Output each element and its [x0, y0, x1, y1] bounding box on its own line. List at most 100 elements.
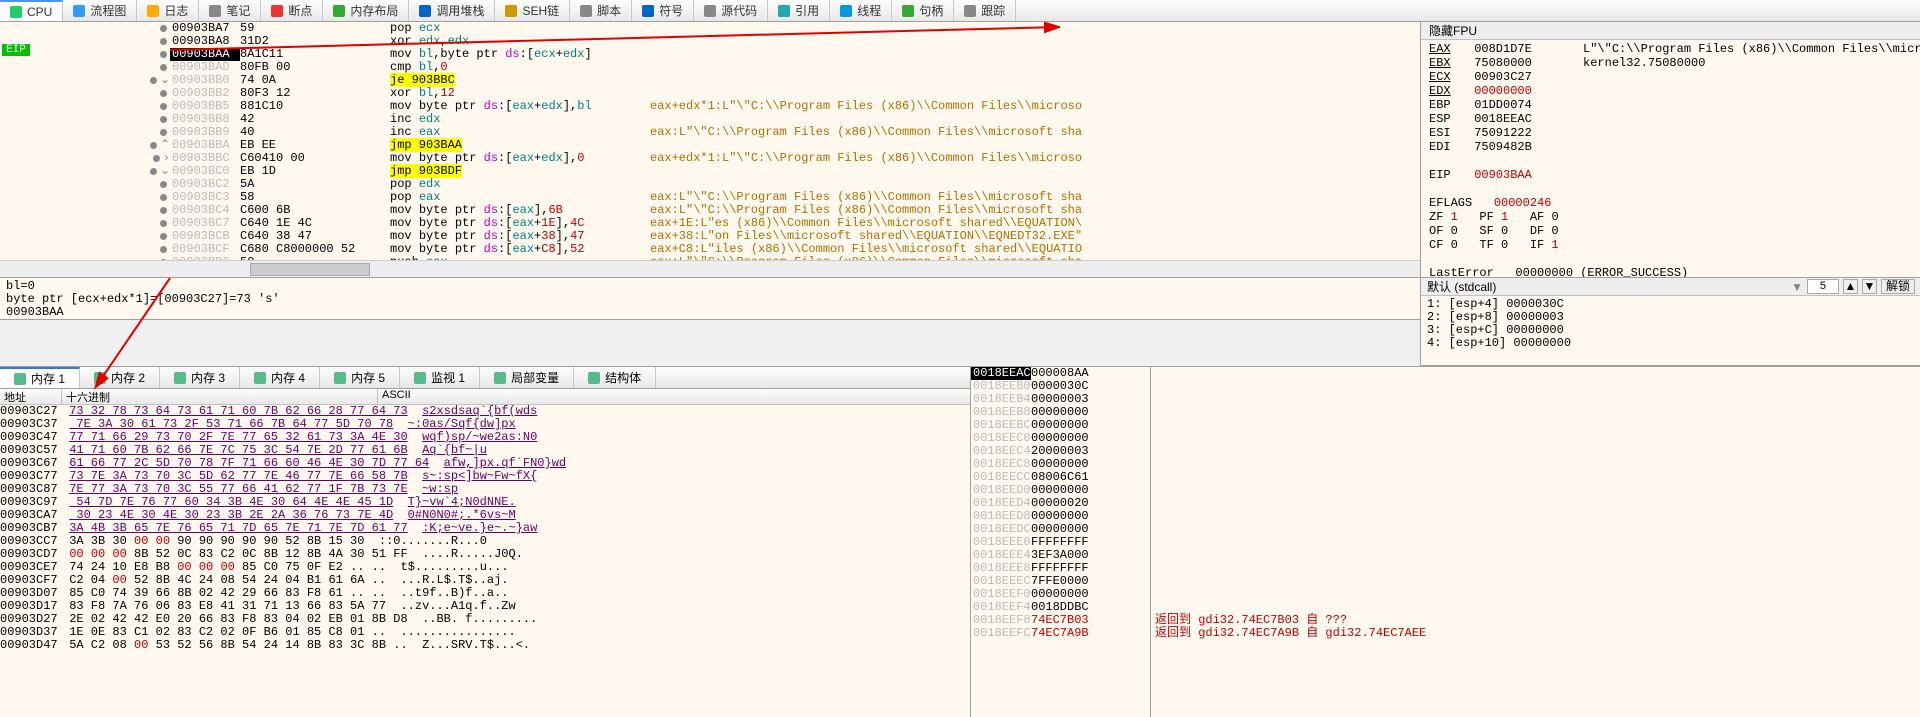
breakpoint-dot[interactable] [160, 246, 167, 253]
tab-callstack[interactable]: 调用堆栈 [409, 0, 495, 21]
dump-body[interactable]: 00903C27 73 32 78 73 64 73 61 71 60 7B 6… [0, 405, 970, 717]
call-comment [1155, 380, 1920, 393]
call-comment [1155, 458, 1920, 471]
comment: eax+C8:L"iles (x86)\\Common Files\\micro… [650, 243, 1420, 256]
comment: eax+1E:L"es (x86)\\Common Files\\microso… [650, 217, 1420, 230]
breakpoint-dot[interactable] [160, 194, 167, 201]
breakpoint-dot[interactable] [160, 38, 167, 45]
tab-threads[interactable]: 线程 [830, 0, 892, 21]
dumptab-m4[interactable]: 内存 4 [240, 367, 320, 388]
breakpoint-dot[interactable] [160, 103, 167, 110]
stack-row[interactable]: 0018EEFC74EC7A9B [971, 627, 1150, 640]
comment: eax+38:L"on Files\\microsoft shared\\EQU… [650, 230, 1420, 243]
tab-trace[interactable]: 跟踪 [954, 0, 1016, 21]
argcount-down[interactable]: ▼ [1862, 279, 1877, 294]
stack-panel[interactable]: 0018EEAC000008AA0018EEB00000030C0018EEB4… [970, 367, 1150, 717]
tab-cpu[interactable]: CPU [0, 0, 63, 21]
tab-notes[interactable]: 笔记 [199, 0, 261, 21]
dump-row[interactable]: 00903D47 5A C2 08 00 53 52 56 8B 54 24 1… [0, 639, 970, 652]
comment [650, 165, 1420, 178]
dump-tabs: 内存 1内存 2内存 3内存 4内存 5监视 1局部变量结构体 [0, 367, 970, 389]
call-comment [1155, 497, 1920, 510]
expression-bar[interactable]: bl=0byte ptr [ecx+edx*1]=[00903C27]=73 '… [0, 278, 1420, 320]
col-hex[interactable]: 十六进制 [62, 389, 378, 404]
dumptab-st[interactable]: 结构体 [574, 367, 656, 388]
tab-label: 调用堆栈 [436, 2, 484, 19]
callconv-label[interactable]: 默认 (stdcall) [1427, 278, 1496, 295]
tab-memmap[interactable]: 内存布局 [323, 0, 409, 21]
tab-bp[interactable]: 断点 [261, 0, 323, 21]
argcount-up[interactable]: ▲ [1843, 279, 1858, 294]
disassembly-panel[interactable]: EIP 00903BA7 59pop ecx00903BA8 31D2xor e… [0, 22, 1420, 277]
comment [650, 61, 1420, 74]
main-toolbar: CPU 流程图日志笔记断点内存布局 调用堆栈 SEH链 脚本符号 源代码 引用线程句柄 跟踪 [0, 0, 1920, 22]
call-comment [1155, 406, 1920, 419]
lock-button[interactable]: 解锁 [1881, 279, 1915, 294]
script-icon [580, 5, 592, 17]
comment [650, 178, 1420, 191]
breakpoint-dot[interactable] [160, 90, 167, 97]
tab-source[interactable]: 源代码 [694, 0, 768, 21]
stack-args[interactable]: 1: [esp+4] 0000030C2: [esp+8] 000000033:… [1421, 296, 1920, 366]
tab-label: 引用 [795, 2, 819, 19]
calls-panel[interactable]: 返回到 gdi32.74EC7B03 自 ???返回到 gdi32.74EC7A… [1150, 367, 1920, 717]
bytes: 42 [240, 113, 390, 126]
dumptab-w1[interactable]: 监视 1 [400, 367, 480, 388]
comment: eax:L"\"C:\\Program Files (x86)\\Common … [650, 126, 1420, 139]
comment [650, 35, 1420, 48]
regs-fpu-toggle[interactable]: 隐藏FPU [1429, 22, 1477, 39]
tab-script[interactable]: 脚本 [570, 0, 632, 21]
memory-icon [588, 372, 600, 384]
disasm-hscroll[interactable] [0, 260, 1420, 277]
cpu-icon [10, 6, 22, 18]
breakpoint-dot[interactable] [160, 233, 167, 240]
bytes: 5A [240, 178, 390, 191]
tab-handles[interactable]: 句柄 [892, 0, 954, 21]
callstack-icon [419, 5, 431, 17]
memory-icon [14, 373, 26, 385]
memory-icon [334, 372, 346, 384]
threads-icon [840, 5, 852, 17]
dumptab-m5[interactable]: 内存 5 [320, 367, 400, 388]
tab-seh[interactable]: SEH链 [495, 0, 570, 21]
tab-label: 流程图 [90, 2, 126, 19]
col-address[interactable]: 地址 [0, 389, 62, 404]
memory-icon [174, 372, 186, 384]
tab-label: 跟踪 [981, 2, 1005, 19]
dumptab-m1[interactable]: 内存 1 [0, 367, 80, 388]
argcount-spin[interactable]: 5 [1807, 279, 1839, 294]
dumptab-lv[interactable]: 局部变量 [480, 367, 574, 388]
tab-label: 脚本 [597, 2, 621, 19]
dumptab-m2[interactable]: 内存 2 [80, 367, 160, 388]
breakpoint-dot[interactable] [150, 142, 157, 149]
tab-log[interactable]: 日志 [137, 0, 199, 21]
comment [650, 113, 1420, 126]
breakpoint-dot[interactable] [150, 168, 157, 175]
breakpoint-dot[interactable] [150, 77, 157, 84]
registers-panel[interactable]: 隐藏FPU EAX 008D1D7E L"\"C:\\Program Files… [1420, 22, 1920, 277]
tab-refs[interactable]: 引用 [768, 0, 830, 21]
call-comment [1155, 367, 1920, 380]
breakpoint-dot[interactable] [160, 116, 167, 123]
breakpoint-dot[interactable] [160, 259, 167, 260]
tab-label: CPU [27, 5, 52, 19]
memory-icon [494, 372, 506, 384]
breakpoint-dot[interactable] [160, 129, 167, 136]
source-icon [704, 5, 716, 17]
breakpoint-dot[interactable] [160, 64, 167, 71]
notes-icon [209, 5, 221, 17]
breakpoint-dot[interactable] [160, 25, 167, 32]
comment: eax:L"\"C:\\Program Files (x86)\\Common … [650, 191, 1420, 204]
breakpoint-dot[interactable] [153, 155, 160, 162]
breakpoint-dot[interactable] [160, 207, 167, 214]
symbols-icon [642, 5, 654, 17]
tab-label: 源代码 [721, 2, 757, 19]
tab-flow[interactable]: 流程图 [63, 0, 137, 21]
breakpoint-dot[interactable] [160, 220, 167, 227]
breakpoint-dot[interactable] [160, 51, 167, 58]
comment [650, 48, 1420, 61]
col-ascii[interactable]: ASCII [378, 389, 411, 404]
breakpoint-dot[interactable] [160, 181, 167, 188]
dumptab-m3[interactable]: 内存 3 [160, 367, 240, 388]
tab-symbols[interactable]: 符号 [632, 0, 694, 21]
